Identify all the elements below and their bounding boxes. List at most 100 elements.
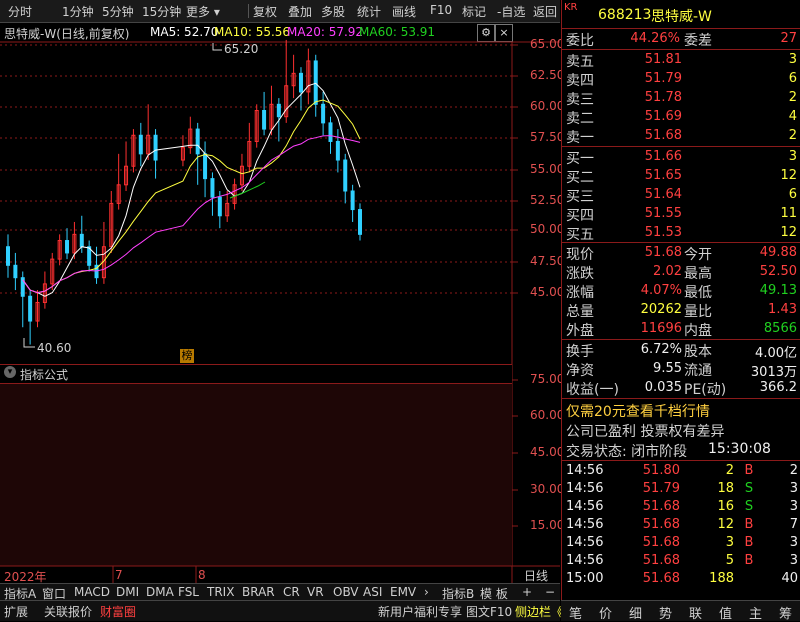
kline-chart[interactable] (0, 0, 560, 583)
tab-obv[interactable]: OBV (333, 585, 359, 599)
sell-level-price: 51.69 (644, 109, 682, 124)
tick-count: 3 (789, 553, 798, 568)
stat-value: 52.50 (759, 264, 797, 279)
wealth-circle-button[interactable]: 财富圈 (100, 603, 136, 620)
buy-level-price: 51.55 (644, 206, 682, 221)
panel-nav-item[interactable]: 值 (719, 603, 732, 622)
stat-label: 量比 (684, 304, 712, 320)
panel-nav-item[interactable]: 势 (659, 603, 672, 622)
weicha-label: 委差 (684, 33, 712, 49)
stat-value: 4.00亿 (755, 346, 797, 361)
promo-link[interactable]: 仅需20元查看千档行情 (566, 401, 710, 421)
indicator-title[interactable]: 指标公式 (20, 366, 68, 383)
tick-time: 14:56 (566, 499, 604, 514)
divider (562, 339, 800, 340)
divider (562, 49, 800, 50)
weibi-label: 委比 (566, 33, 594, 49)
candle-body (262, 110, 267, 130)
buy-level-volume: 12 (780, 225, 797, 240)
tab-asi[interactable]: ASI (363, 585, 382, 599)
tick-count: 3 (789, 499, 798, 514)
panel-nav-item[interactable]: 笔 (569, 603, 582, 622)
tick-count: 40 (781, 571, 798, 586)
stat-label: 收益(一) (566, 382, 619, 398)
stat-label: 最高 (684, 266, 712, 282)
panel-nav-item[interactable]: 主 (749, 603, 762, 622)
timeframe-label[interactable]: 日线 (524, 567, 548, 584)
stat-value: 49.13 (759, 283, 797, 298)
stat-value: 8566 (763, 321, 797, 336)
divider (562, 146, 800, 147)
tab-dmi[interactable]: DMI (116, 585, 139, 599)
quote-header: KR 688213 思特威-W (562, 0, 800, 28)
related-quote-button[interactable]: 关联报价 (44, 603, 92, 620)
tab-emv[interactable]: EMV (390, 585, 416, 599)
panel-nav-item[interactable]: 细 (629, 603, 642, 622)
tick-time: 14:56 (566, 535, 604, 550)
tick-volume: 5 (725, 553, 734, 568)
sidebar-toggle-button[interactable]: 侧边栏《 (515, 603, 563, 620)
buy-level-price: 51.64 (644, 187, 682, 202)
stat-label: 流通 (684, 363, 712, 379)
zoom-out-button[interactable]: − (545, 585, 555, 599)
sell-level-volume: 3 (788, 52, 797, 67)
panel-nav-item[interactable]: 价 (599, 603, 612, 622)
zoom-in-button[interactable]: + (522, 585, 532, 599)
tick-side: B (744, 517, 754, 532)
candle-body (65, 240, 70, 254)
buy-level-label: 买四 (566, 208, 594, 224)
stat-label: PE(动) (684, 382, 727, 398)
stat-label: 现价 (566, 247, 594, 263)
tab-fsl[interactable]: FSL (178, 585, 199, 599)
panel-nav-item[interactable]: 筹 (779, 603, 792, 622)
indicator-tick-label: 15.00 (530, 518, 565, 532)
indicator-tick-label: 60.00 (530, 408, 565, 422)
buy-level-price: 51.65 (644, 168, 682, 183)
tab-dma[interactable]: DMA (146, 585, 174, 599)
buy-level-price: 51.66 (644, 149, 682, 164)
tick-count: 7 (789, 517, 798, 532)
stock-name: 思特威-W (651, 9, 712, 25)
stat-value: 11696 (640, 321, 682, 336)
buy-level-volume: 3 (788, 149, 797, 164)
stat-label: 今开 (684, 247, 712, 263)
buy-level-volume: 6 (788, 187, 797, 202)
stat-value: 6.72% (640, 342, 682, 357)
tick-time: 14:56 (566, 553, 604, 568)
chevron-down-icon[interactable]: ▾ (4, 366, 16, 378)
f10-graphic-link[interactable]: 图文F10 (466, 603, 512, 620)
candle-body (328, 122, 333, 142)
candle-body (79, 233, 84, 248)
price-tick-label: 65.00 (530, 37, 565, 51)
x-label-aug: 8 (198, 568, 206, 582)
candle-body (343, 159, 348, 192)
indicator-header: ▾ 指标公式 (0, 364, 512, 384)
low-price-label: 40.60 (37, 341, 72, 355)
sell-level-label: 卖四 (566, 73, 594, 89)
ranking-marker[interactable]: 榜 (180, 349, 194, 363)
tabs-scroll-right-icon[interactable]: › (424, 585, 429, 599)
candle-body (203, 153, 208, 180)
panel-nav-item[interactable]: 联 (689, 603, 702, 622)
divider (562, 242, 800, 243)
tab-macd[interactable]: MACD (74, 585, 110, 599)
tick-time: 15:00 (566, 571, 604, 586)
divider (562, 28, 800, 29)
indicator-tick-label: 45.00 (530, 445, 565, 459)
stat-value: 0.035 (644, 380, 682, 395)
tab-cr[interactable]: CR (283, 585, 300, 599)
tab-vr[interactable]: VR (307, 585, 324, 599)
tab-trix[interactable]: TRIX (207, 585, 234, 599)
divider (562, 460, 800, 461)
buy-level-label: 买二 (566, 170, 594, 186)
new-user-promo-link[interactable]: 新用户福利专享 (378, 603, 462, 620)
stat-value: 3013万 (750, 365, 797, 380)
sell-level-volume: 2 (788, 90, 797, 105)
stat-value: 2.02 (653, 264, 682, 279)
status-bar: 扩展 关联报价 财富圈 新用户福利专享 图文F10 侧边栏《 (0, 600, 563, 621)
sell-level-price: 51.78 (644, 90, 682, 105)
expand-button[interactable]: 扩展 (4, 603, 28, 620)
tick-side: S (744, 481, 754, 496)
tab-brar[interactable]: BRAR (242, 585, 275, 599)
stat-value: 1.43 (768, 302, 797, 317)
